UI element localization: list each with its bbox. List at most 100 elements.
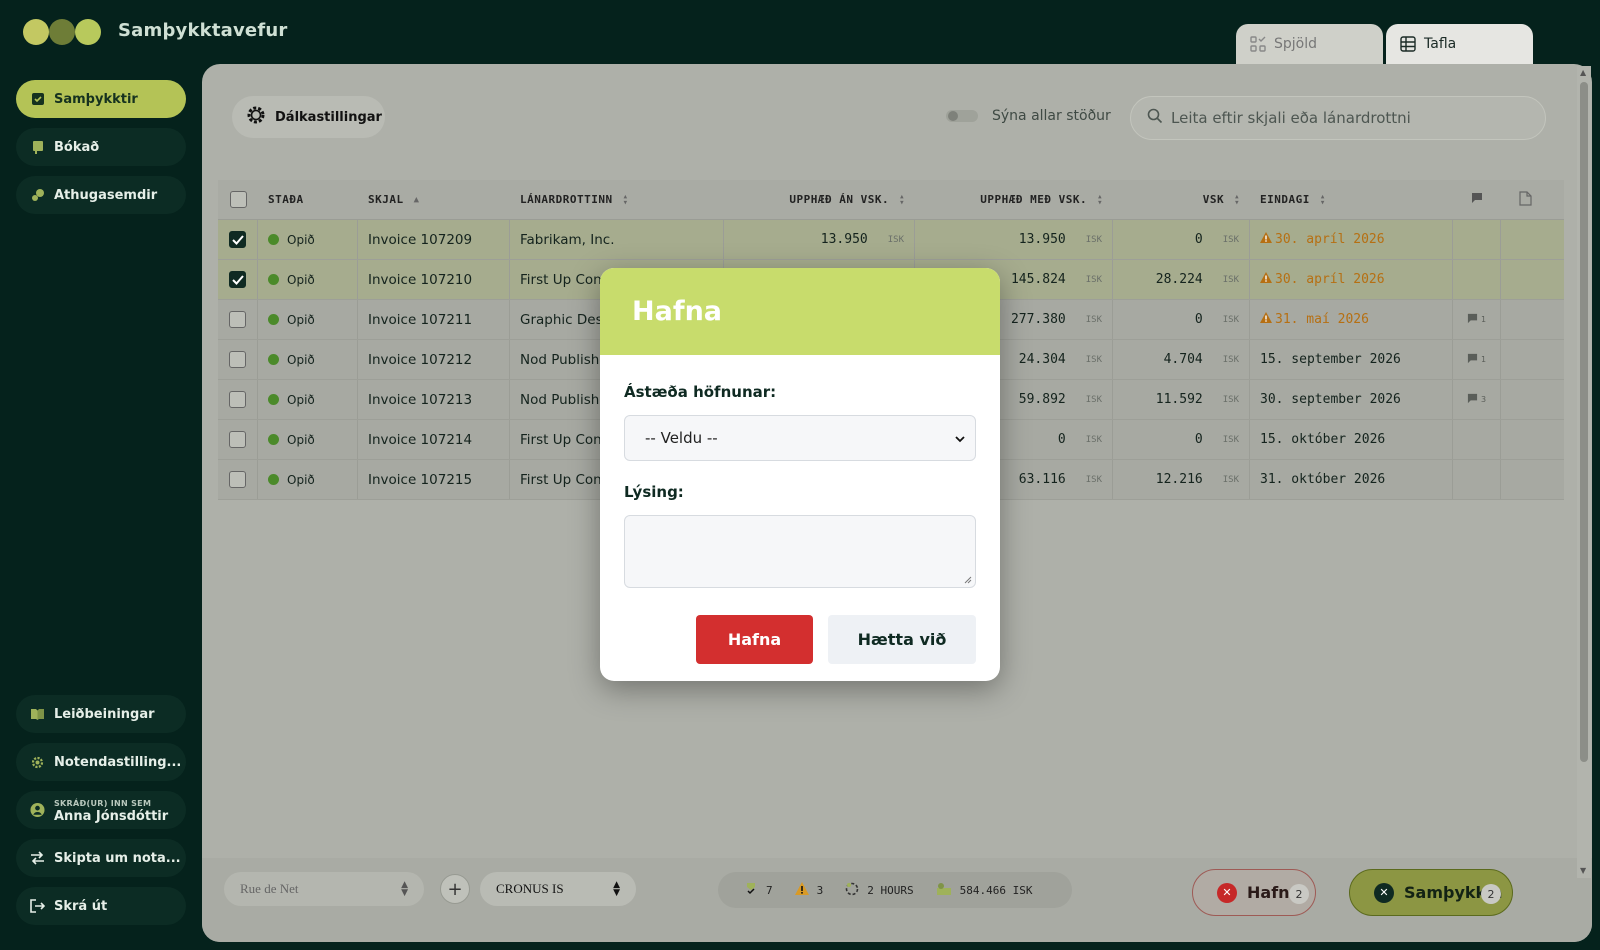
col-header-status[interactable]: STAÐA xyxy=(258,180,358,219)
company-select[interactable]: CRONUS IS ▲ ▼ xyxy=(480,872,636,906)
open-book-icon xyxy=(30,707,45,722)
show-all-label: Sýna allar stöður xyxy=(992,108,1111,124)
gross-amount: 145.824 xyxy=(1010,272,1066,287)
dialog-cancel-button[interactable]: Hætta við xyxy=(828,615,976,664)
sidebar-item-settings[interactable]: Notendastilling... xyxy=(16,743,186,781)
tab-table-label: Tafla xyxy=(1424,36,1457,52)
currency-label: ISK xyxy=(1085,434,1102,445)
sidebar-item-booked[interactable]: Bókað xyxy=(16,128,186,166)
status-dot xyxy=(268,394,279,405)
scroll-up-icon[interactable]: ▲ xyxy=(1580,68,1586,77)
sort-icon: ▴ ▾ xyxy=(1097,191,1103,208)
vendor-name: Fabrikam, Inc. xyxy=(520,231,615,248)
show-all-toggle[interactable] xyxy=(946,110,978,122)
sidebar-item-guide[interactable]: Leiðbeiningar xyxy=(16,695,186,733)
col-header-vat[interactable]: VSK ▴ ▾ xyxy=(1113,180,1250,219)
sidebar-item-label: Skipta um nota... xyxy=(54,850,181,866)
col-header-vendor[interactable]: LÁNARDROTTINN ▴ ▾ xyxy=(510,180,724,219)
currency-label: ISK xyxy=(1222,234,1239,245)
app-logo xyxy=(23,19,103,45)
due-date: 30. apríl 2026 xyxy=(1275,232,1385,247)
location-select[interactable]: Rue de Net ▲ ▼ xyxy=(224,872,424,906)
gross-amount: 59.892 xyxy=(1018,392,1066,407)
col-header-attachment[interactable] xyxy=(1501,180,1549,219)
app-title: Samþykktavefur xyxy=(118,20,288,41)
vat-amount: 4.704 xyxy=(1163,352,1203,367)
col-header-document[interactable]: SKJAL ▲ xyxy=(358,180,510,219)
gear-icon xyxy=(245,104,267,130)
pdf-file-icon xyxy=(1518,190,1532,209)
warning-icon xyxy=(1260,232,1272,247)
sidebar-item-label: Athugasemdir xyxy=(54,187,158,203)
row-checkbox[interactable] xyxy=(229,271,246,288)
document-name[interactable]: Invoice 107213 xyxy=(368,392,472,408)
row-checkbox[interactable] xyxy=(229,391,246,408)
table-icon xyxy=(1400,36,1416,56)
comment-icon xyxy=(1467,313,1478,326)
vat-amount: 0 xyxy=(1194,312,1203,327)
row-checkbox[interactable] xyxy=(229,311,246,328)
document-name[interactable]: Invoice 107211 xyxy=(368,312,472,328)
tab-cards[interactable]: Spjöld xyxy=(1236,24,1383,68)
scrollbar-thumb[interactable] xyxy=(1580,82,1588,762)
column-settings-button[interactable]: Dálkastillingar xyxy=(232,96,385,138)
check-shield-icon xyxy=(30,92,45,107)
currency-label: ISK xyxy=(1222,394,1239,405)
checkmark-icon xyxy=(231,274,244,285)
row-checkbox[interactable] xyxy=(229,431,246,448)
currency-label: ISK xyxy=(1085,474,1102,485)
description-textarea[interactable] xyxy=(624,515,976,588)
approve-count-badge: 2 xyxy=(1481,884,1501,904)
stat-approved: 7 xyxy=(744,882,773,899)
reason-select-value: -- Veldu -- xyxy=(645,429,718,447)
row-checkbox[interactable] xyxy=(229,231,246,248)
currency-label: ISK xyxy=(1085,314,1102,325)
document-name[interactable]: Invoice 107212 xyxy=(368,352,472,368)
row-checkbox[interactable] xyxy=(229,351,246,368)
status-text: Opið xyxy=(287,272,315,287)
comment-count[interactable]: 3 xyxy=(1467,393,1486,406)
document-name[interactable]: Invoice 107214 xyxy=(368,432,472,448)
comment-count[interactable]: 1 xyxy=(1467,313,1486,326)
col-header-net-amount[interactable]: UPPHÆÐ ÁN VSK. ▴ ▾ xyxy=(724,180,915,219)
comment-icon xyxy=(1467,393,1478,406)
tab-table[interactable]: Tafla xyxy=(1386,24,1533,68)
updown-chevron-icon: ▲ ▼ xyxy=(613,880,620,898)
sidebar-item-label: Bókað xyxy=(54,139,100,155)
reject-selected-button[interactable]: ✕ Hafna 2 xyxy=(1192,869,1316,916)
table-row[interactable]: Opið Invoice 107209 Fabrikam, Inc. 13.950 IS… xyxy=(218,220,1564,260)
approve-selected-button[interactable]: ✕ Samþykkja 2 xyxy=(1349,869,1513,916)
col-header-due-date[interactable]: EINDAGI ▴ ▾ xyxy=(1250,180,1453,219)
dialog-reject-button[interactable]: Hafna xyxy=(696,615,813,664)
currency-label: ISK xyxy=(1222,274,1239,285)
page-scrollbar[interactable]: ▲ ▼ xyxy=(1577,66,1591,878)
sidebar-item-comments[interactable]: Athugasemdir xyxy=(16,176,186,214)
vat-amount: 0 xyxy=(1194,232,1203,247)
sidebar-item-approvals[interactable]: Samþykktir xyxy=(16,80,186,118)
status-text: Opið xyxy=(287,352,315,367)
sidebar-item-switch-user[interactable]: Skipta um nota... xyxy=(16,839,186,877)
sidebar-item-logout[interactable]: Skrá út xyxy=(16,887,186,925)
gross-amount: 13.950 xyxy=(1018,232,1066,247)
currency-label: ISK xyxy=(1085,354,1102,365)
currency-label: ISK xyxy=(1222,474,1239,485)
select-all-checkbox[interactable] xyxy=(229,191,247,208)
vendor-name: Nod Publish xyxy=(520,351,600,368)
row-checkbox[interactable] xyxy=(229,471,246,488)
stat-warnings: 3 xyxy=(794,882,823,898)
col-header-gross-amount[interactable]: UPPHÆÐ MEÐ VSK. ▴ ▾ xyxy=(915,180,1113,219)
checkmark-icon xyxy=(231,234,244,245)
add-button[interactable]: + xyxy=(440,874,470,904)
search-input[interactable] xyxy=(1171,109,1531,127)
close-icon: ✕ xyxy=(1374,882,1394,903)
col-header-comments[interactable] xyxy=(1453,180,1501,219)
comment-icon xyxy=(1467,353,1478,366)
status-text: Opið xyxy=(287,312,315,327)
document-name[interactable]: Invoice 107215 xyxy=(368,472,472,488)
reason-select[interactable]: -- Veldu -- xyxy=(624,415,976,461)
document-name[interactable]: Invoice 107209 xyxy=(368,232,472,248)
vendor-name: Nod Publish xyxy=(520,391,600,408)
scroll-down-icon[interactable]: ▼ xyxy=(1580,866,1586,875)
comment-count[interactable]: 1 xyxy=(1467,353,1486,366)
document-name[interactable]: Invoice 107210 xyxy=(368,272,472,288)
